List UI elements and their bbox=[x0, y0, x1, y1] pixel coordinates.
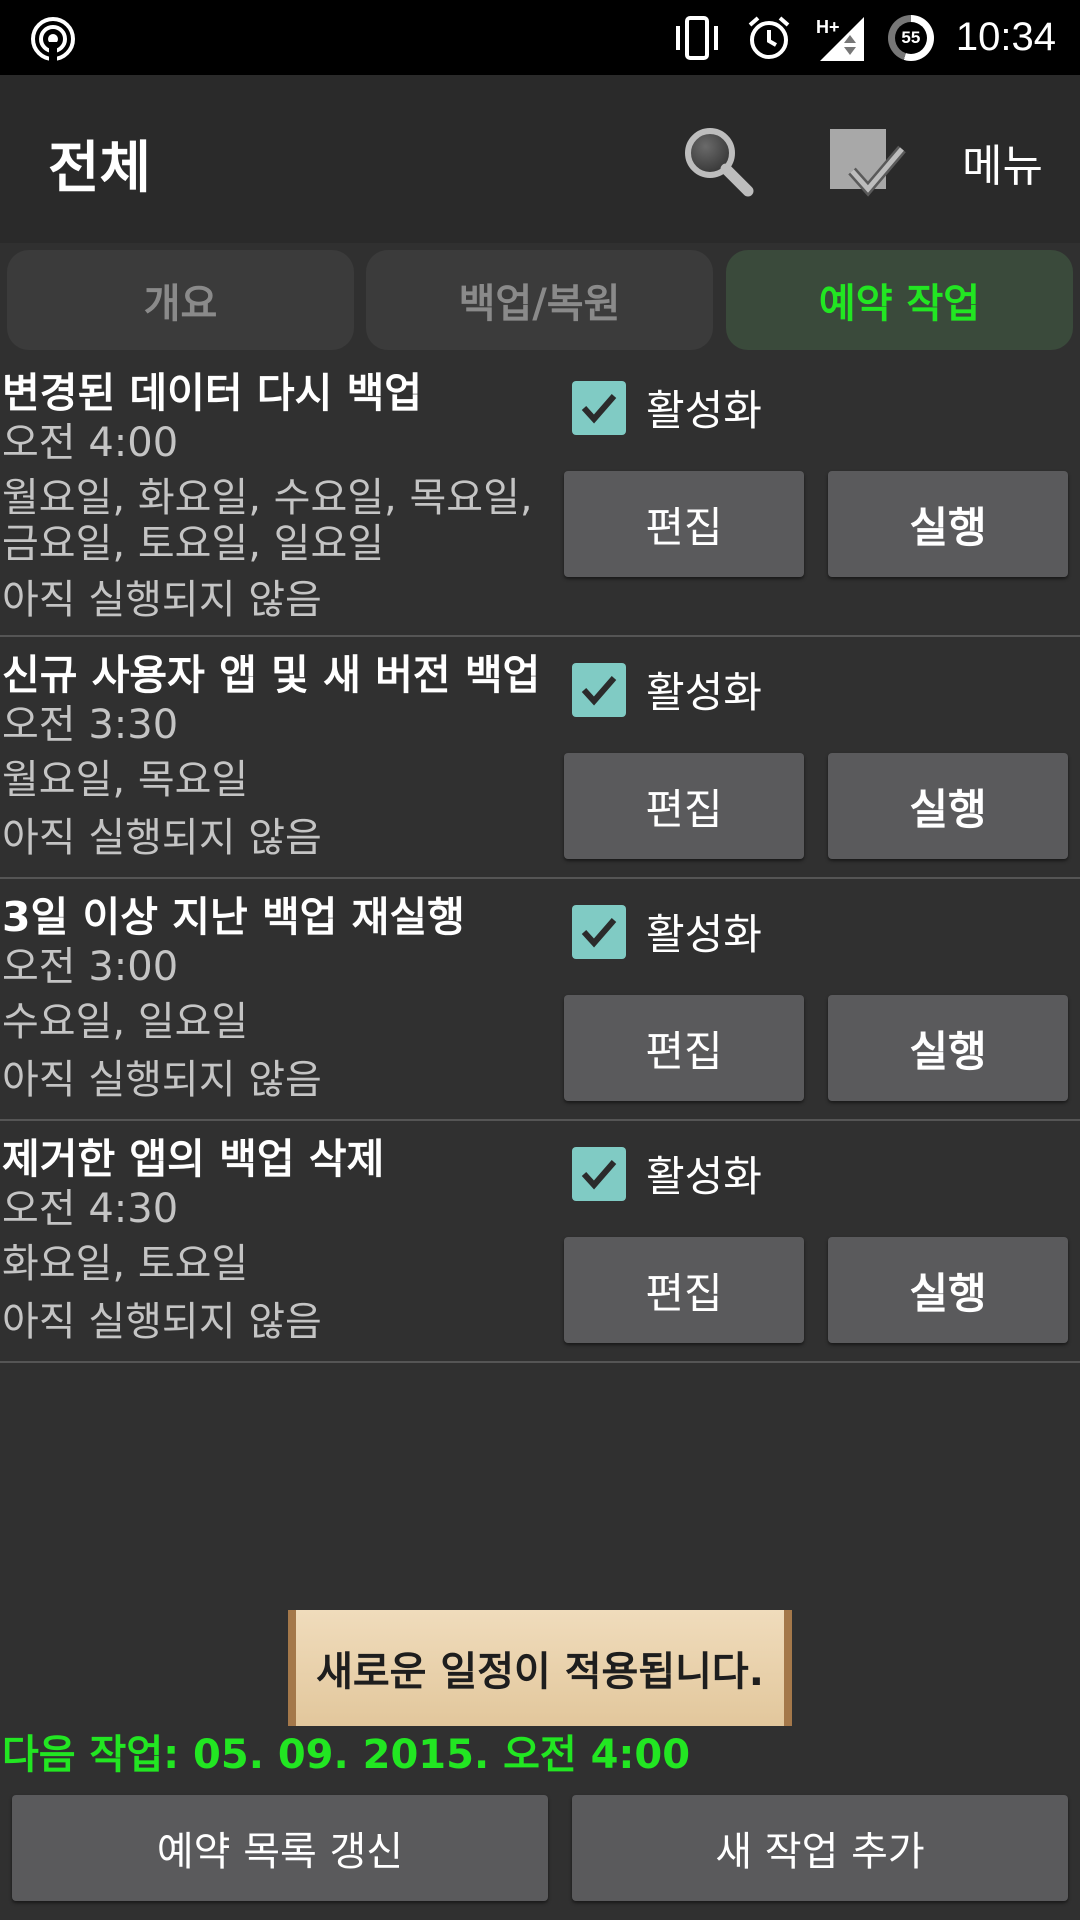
run-button[interactable]: 실행 bbox=[828, 1237, 1068, 1343]
edit-button[interactable]: 편집 bbox=[564, 471, 804, 577]
task-status: 아직 실행되지 않음 bbox=[2, 577, 322, 623]
run-button[interactable]: 실행 bbox=[828, 995, 1068, 1101]
battery-icon: 55 bbox=[887, 14, 934, 61]
task-list: 변경된 데이터 다시 백업 오전 4:00 월요일, 화요일, 수요일, 목요일… bbox=[0, 355, 1080, 1363]
checkbox[interactable] bbox=[572, 904, 626, 959]
check-icon bbox=[581, 917, 617, 948]
next-task-info: 다음 작업: 05. 09. 2015. 오전 4:00 bbox=[2, 1732, 691, 1778]
tab-overview[interactable]: 개요 bbox=[7, 250, 354, 350]
search-icon[interactable] bbox=[680, 123, 760, 203]
app-bar: 전체 메뉴 bbox=[0, 75, 1080, 243]
tab-scheduled-tasks[interactable]: 예약 작업 bbox=[726, 250, 1073, 350]
enable-toggle[interactable]: 활성화 bbox=[572, 377, 762, 438]
check-all-icon[interactable] bbox=[822, 119, 912, 209]
task-status: 아직 실행되지 않음 bbox=[2, 815, 322, 861]
task-status: 아직 실행되지 않음 bbox=[2, 1057, 322, 1103]
run-button[interactable]: 실행 bbox=[828, 471, 1068, 577]
task-time: 오전 3:00 bbox=[2, 944, 179, 990]
task-days: 수요일, 일요일 bbox=[2, 999, 249, 1045]
task-days: 월요일, 화요일, 수요일, 목요일, bbox=[2, 475, 533, 521]
alarm-icon bbox=[744, 13, 794, 63]
task-title: 신규 사용자 앱 및 새 버전 백업 bbox=[2, 651, 541, 699]
tab-bar: 개요 백업/복원 예약 작업 bbox=[0, 243, 1080, 353]
list-item: 신규 사용자 앱 및 새 버전 백업 오전 3:30 월요일, 목요일 아직 실… bbox=[0, 637, 1080, 879]
check-icon bbox=[581, 1159, 617, 1190]
status-bar: H+ 55 10:34 bbox=[0, 0, 1080, 75]
enable-label: 활성화 bbox=[646, 668, 762, 717]
battery-level: 55 bbox=[894, 21, 927, 54]
enable-label: 활성화 bbox=[646, 910, 762, 959]
task-title: 제거한 앱의 백업 삭제 bbox=[2, 1135, 385, 1183]
task-title: 3일 이상 지난 백업 재실행 bbox=[2, 893, 465, 941]
edit-button[interactable]: 편집 bbox=[564, 753, 804, 859]
check-icon bbox=[581, 675, 617, 706]
menu-button[interactable]: 메뉴 bbox=[962, 130, 1043, 194]
signal-icon: H+ bbox=[816, 13, 866, 63]
enable-toggle[interactable]: 활성화 bbox=[572, 659, 762, 720]
run-button[interactable]: 실행 bbox=[828, 753, 1068, 859]
task-days-continued: 금요일, 토요일, 일요일 bbox=[2, 521, 385, 567]
clock: 10:34 bbox=[955, 15, 1056, 59]
svg-text:H+: H+ bbox=[816, 17, 840, 37]
wifi-hotspot-icon bbox=[30, 16, 76, 62]
list-item: 3일 이상 지난 백업 재실행 오전 3:00 수요일, 일요일 아직 실행되지… bbox=[0, 879, 1080, 1121]
enable-label: 활성화 bbox=[646, 386, 762, 435]
checkbox[interactable] bbox=[572, 1146, 626, 1201]
enable-toggle[interactable]: 활성화 bbox=[572, 901, 762, 962]
page-title[interactable]: 전체 bbox=[48, 123, 151, 204]
toast-message: 새로운 일정이 적용됩니다. bbox=[288, 1610, 792, 1726]
edit-button[interactable]: 편집 bbox=[564, 995, 804, 1101]
task-days: 화요일, 토요일 bbox=[2, 1241, 249, 1287]
task-time: 오전 4:00 bbox=[2, 420, 179, 466]
vibrate-icon bbox=[672, 13, 722, 63]
list-item: 제거한 앱의 백업 삭제 오전 4:30 화요일, 토요일 아직 실행되지 않음… bbox=[0, 1121, 1080, 1363]
task-time: 오전 4:30 bbox=[2, 1186, 179, 1232]
list-item: 변경된 데이터 다시 백업 오전 4:00 월요일, 화요일, 수요일, 목요일… bbox=[0, 355, 1080, 637]
checkbox[interactable] bbox=[572, 380, 626, 435]
task-time: 오전 3:30 bbox=[2, 702, 179, 748]
check-icon bbox=[581, 393, 617, 424]
add-task-button[interactable]: 새 작업 추가 bbox=[572, 1795, 1068, 1901]
task-days: 월요일, 목요일 bbox=[2, 757, 249, 803]
task-title: 변경된 데이터 다시 백업 bbox=[2, 369, 423, 417]
checkbox[interactable] bbox=[572, 662, 626, 717]
edit-button[interactable]: 편집 bbox=[564, 1237, 804, 1343]
task-status: 아직 실행되지 않음 bbox=[2, 1299, 322, 1345]
enable-label: 활성화 bbox=[646, 1152, 762, 1201]
enable-toggle[interactable]: 활성화 bbox=[572, 1143, 762, 1204]
tab-backup-restore[interactable]: 백업/복원 bbox=[366, 250, 713, 350]
refresh-schedule-button[interactable]: 예약 목록 갱신 bbox=[12, 1795, 548, 1901]
